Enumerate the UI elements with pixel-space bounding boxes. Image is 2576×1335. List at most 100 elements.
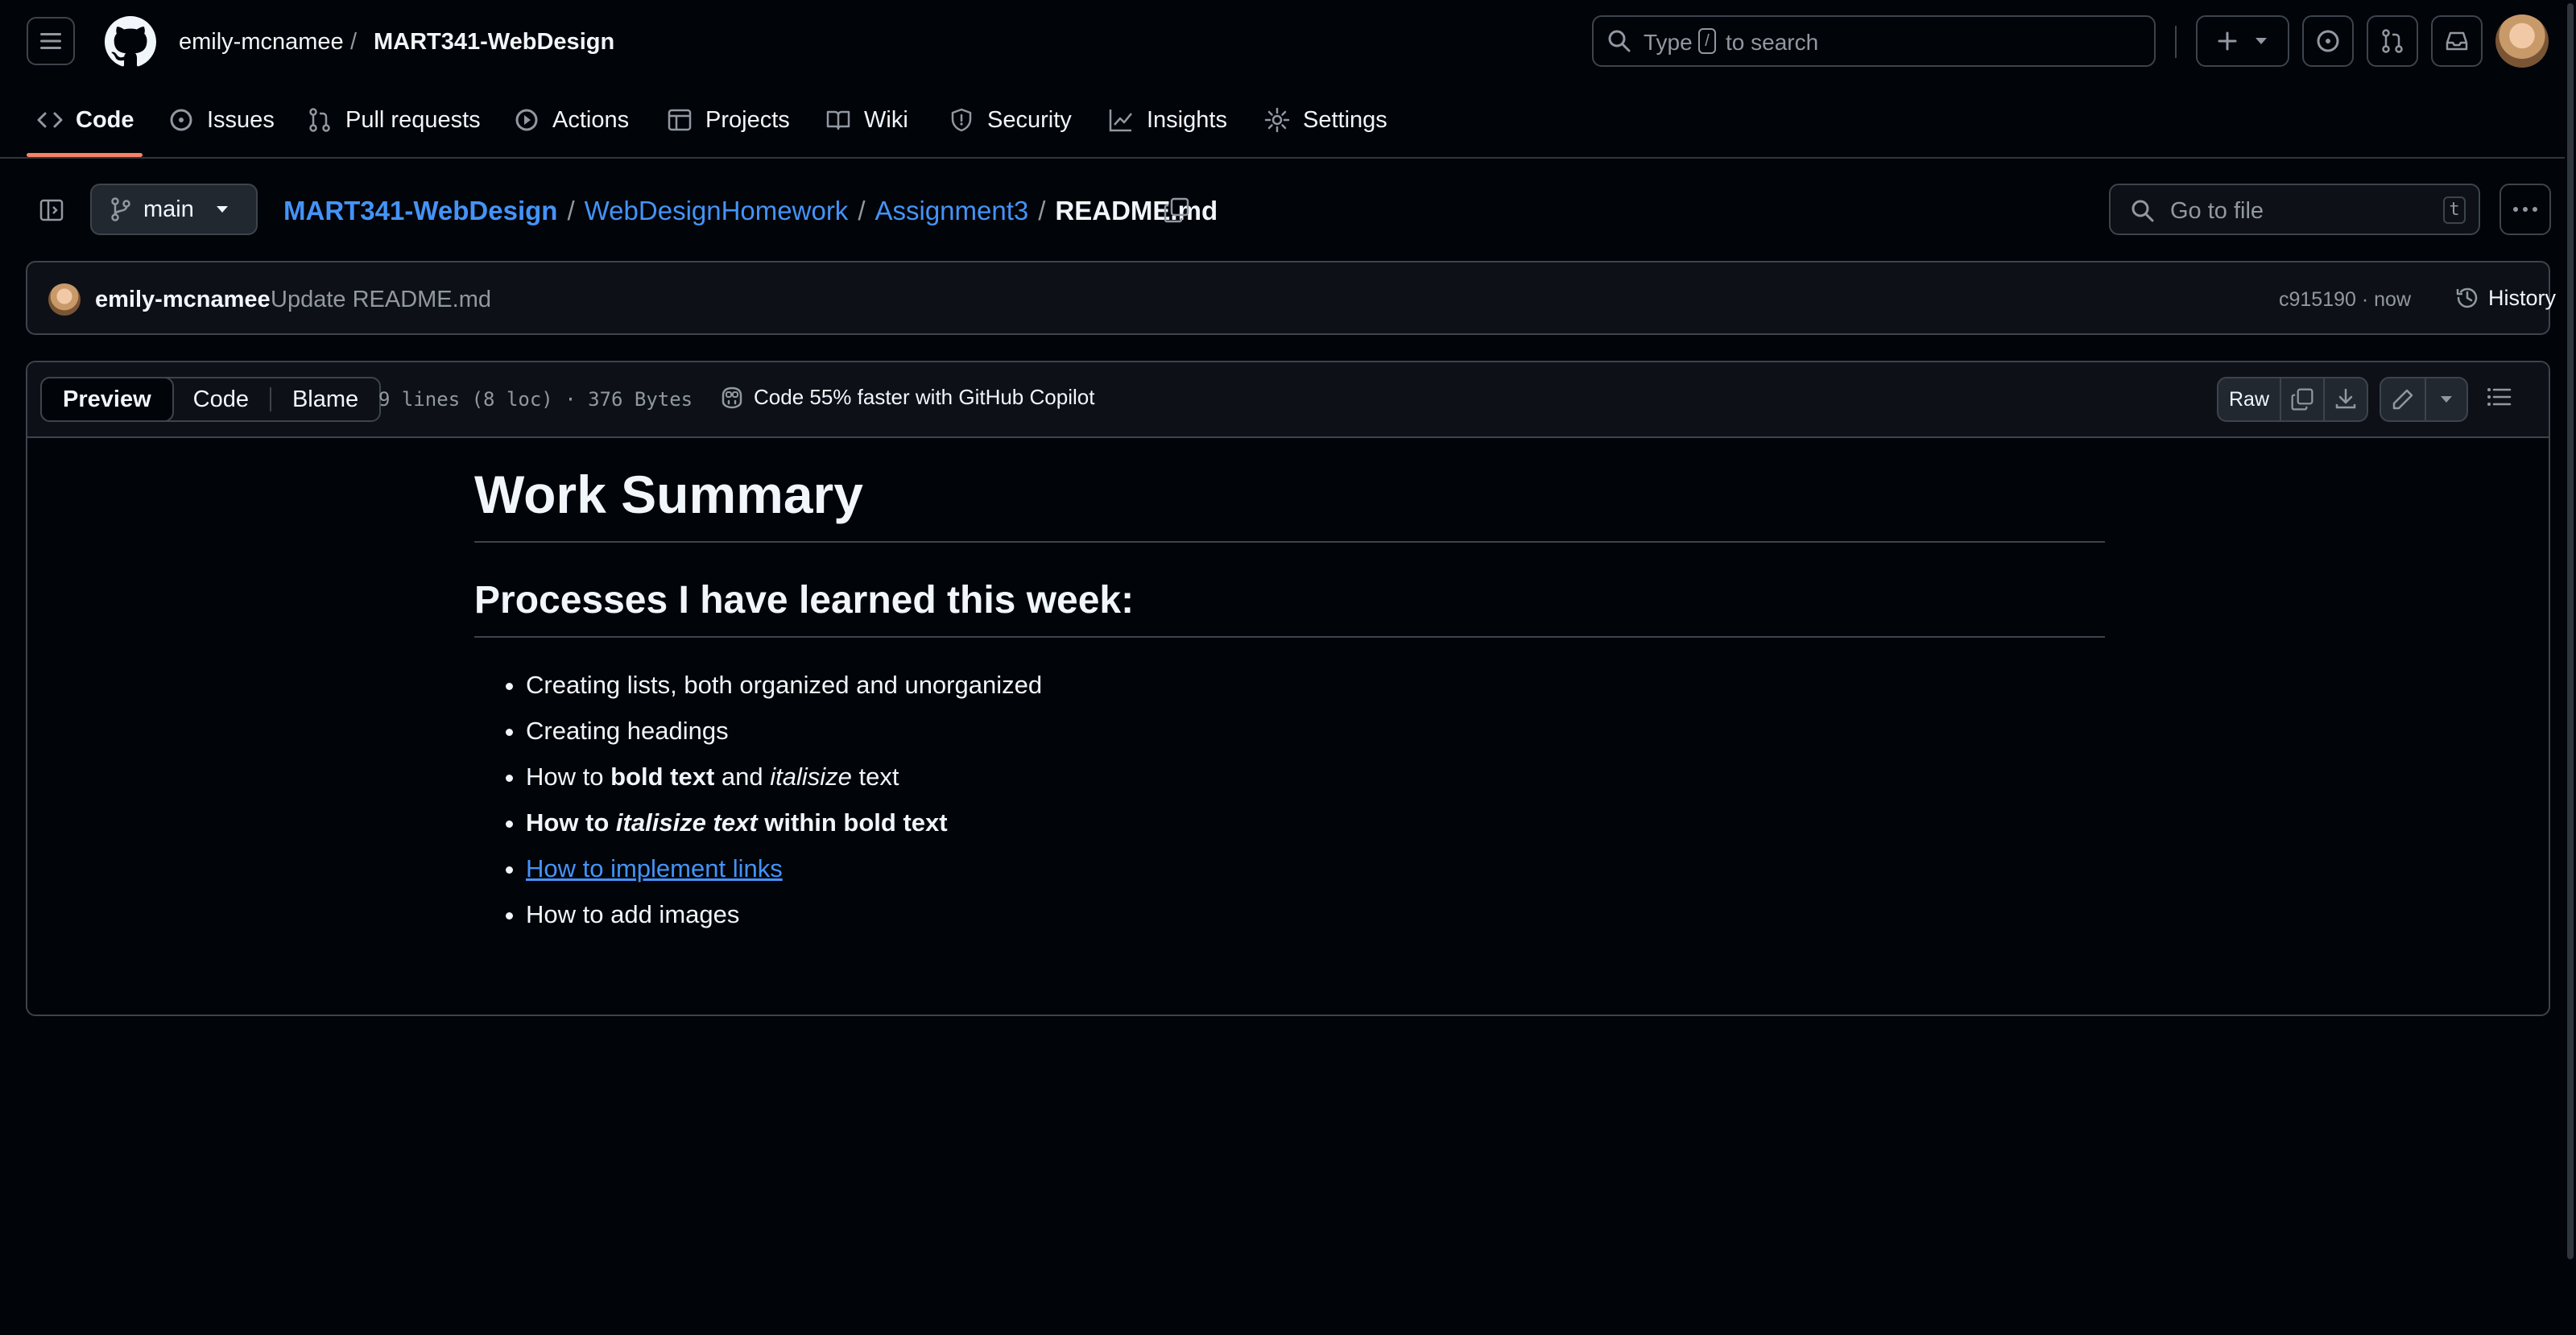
pull-request-icon (309, 108, 330, 132)
pencil-icon (2392, 389, 2413, 410)
inbox-button[interactable] (2431, 15, 2483, 67)
list-item: Creating headings (526, 708, 2105, 754)
commit-message[interactable]: Update README.md (271, 287, 491, 313)
code-icon (37, 112, 63, 128)
copilot-promo-text: Code 55% faster with GitHub Copilot (754, 385, 1095, 409)
list-item: How to implement links (526, 845, 2105, 891)
edit-file-button[interactable] (2381, 378, 2426, 420)
list-text: and (714, 763, 771, 791)
tab-wiki-label: Wiki (864, 106, 908, 133)
pull-requests-button[interactable] (2367, 15, 2418, 67)
caret-down-icon (216, 206, 228, 213)
sidebar-expand-icon (39, 199, 64, 221)
copilot-promo-link[interactable]: Code 55% faster with GitHub Copilot (718, 385, 1094, 410)
create-new-button[interactable] (2196, 15, 2289, 67)
tab-pull-requests-label: Pull requests (345, 106, 481, 133)
git-branch-icon (111, 197, 130, 221)
breadcrumb-separator: / (567, 196, 575, 225)
preview-tab[interactable]: Preview (40, 377, 174, 422)
bold-italic-text: italisize text (615, 808, 758, 837)
copy-raw-button[interactable] (2281, 378, 2325, 420)
tab-wiki[interactable]: Wiki (825, 100, 908, 140)
tab-projects[interactable]: Projects (667, 100, 790, 140)
copy-path-icon[interactable] (1163, 196, 1190, 224)
tab-insights[interactable]: Insights (1108, 100, 1227, 140)
go-to-file-placeholder: Go to file (2170, 198, 2264, 224)
gear-icon (1264, 107, 1290, 133)
list-text: How to (526, 808, 616, 837)
inbox-icon (2446, 31, 2468, 51)
breadcrumb-folder-link[interactable]: WebDesignHomework (585, 196, 849, 225)
code-tab[interactable]: Code (172, 378, 270, 420)
blame-tab[interactable]: Blame (271, 378, 379, 420)
commit-sha-time[interactable]: c915190 · now (2279, 288, 2411, 312)
commit-author-avatar[interactable] (48, 283, 81, 316)
readme-list: Creating lists, both organized and unorg… (474, 662, 2105, 937)
view-mode-segmented-control: Preview Code Blame (40, 377, 382, 422)
go-to-file-shortcut: t (2443, 196, 2466, 224)
issue-icon (170, 109, 192, 131)
tab-settings[interactable]: Settings (1264, 100, 1387, 140)
latest-commit-bar: emily-mcnamee Update README.md c915190 ·… (26, 261, 2556, 335)
toggle-file-tree-button[interactable] (32, 193, 71, 227)
copilot-icon (722, 386, 742, 408)
owner-repo-separator: / (350, 29, 358, 55)
list-item: How to bold text and italisize text (526, 754, 2105, 800)
shield-icon (951, 108, 972, 132)
plus-icon (2218, 31, 2237, 51)
issues-button[interactable] (2302, 15, 2354, 67)
go-to-file-input[interactable]: Go to file t (2109, 184, 2480, 235)
readme-heading-1: Work Summary (474, 459, 2105, 543)
readme-content: Work Summary Processes I have learned th… (474, 459, 2105, 937)
tab-security[interactable]: Security (949, 100, 1072, 140)
search-suffix-text: to search (1726, 30, 1819, 55)
list-item: How to add images (526, 891, 2105, 937)
bold-text: How to italisize text within bold text (526, 808, 948, 837)
history-button[interactable]: History (2454, 285, 2556, 311)
branch-selector[interactable]: main (90, 184, 258, 235)
tab-settings-label: Settings (1303, 106, 1387, 133)
scrollbar-thumb[interactable] (2567, 3, 2574, 1259)
readme-link[interactable]: How to implement links (526, 854, 783, 882)
tab-issues-label: Issues (207, 106, 275, 133)
breadcrumb: MART341-WebDesign / WebDesignHomework / Assi… (283, 196, 1218, 226)
repo-owner-link[interactable]: emily-mcnamee (179, 29, 344, 56)
breadcrumb-separator: / (1038, 196, 1046, 225)
tab-code[interactable]: Code (37, 100, 134, 140)
active-tab-indicator (27, 153, 143, 157)
issue-opened-icon (2317, 30, 2339, 52)
download-button[interactable] (2325, 378, 2367, 420)
commit-author[interactable]: emily-mcnamee (95, 287, 271, 313)
repo-name-link[interactable]: MART341-WebDesign (374, 29, 614, 56)
list-item: How to italisize text within bold text (526, 800, 2105, 845)
page-scrollbar[interactable] (2565, 0, 2576, 1335)
github-logo-icon[interactable] (105, 16, 156, 68)
raw-button[interactable]: Raw (2218, 378, 2281, 420)
menu-button[interactable] (27, 17, 75, 65)
tab-pull-requests[interactable]: Pull requests (307, 100, 481, 140)
tab-actions[interactable]: Actions (514, 100, 629, 140)
list-item: Creating lists, both organized and unorg… (526, 662, 2105, 708)
user-avatar[interactable] (2495, 14, 2549, 68)
list-text: How to (526, 763, 611, 791)
book-icon (826, 110, 850, 130)
breadcrumb-repo-link[interactable]: MART341-WebDesign (283, 196, 557, 225)
more-options-button[interactable] (2500, 184, 2551, 235)
edit-options-button[interactable] (2426, 378, 2466, 420)
file-header: Preview Code Blame 9 lines (8 loc) · 376… (27, 362, 2549, 438)
outline-list-icon[interactable] (2485, 383, 2512, 411)
global-header: emily-mcnamee / MART341-WebDesign Type /… (0, 0, 2576, 159)
caret-down-icon (2441, 396, 2452, 403)
tab-issues[interactable]: Issues (168, 100, 275, 140)
history-label: History (2488, 285, 2557, 310)
global-search-input[interactable]: Type / to search (1592, 15, 2156, 67)
search-icon (1608, 30, 1631, 52)
pull-request-icon (2382, 29, 2403, 53)
graph-icon (1109, 110, 1132, 132)
file-viewer: Preview Code Blame 9 lines (8 loc) · 376… (26, 361, 2550, 1016)
history-icon (2456, 287, 2478, 308)
breadcrumb-folder-link[interactable]: Assignment3 (875, 196, 1028, 225)
tab-projects-label: Projects (705, 106, 790, 133)
raw-copy-download-group: Raw (2217, 377, 2368, 422)
table-icon (668, 109, 692, 131)
